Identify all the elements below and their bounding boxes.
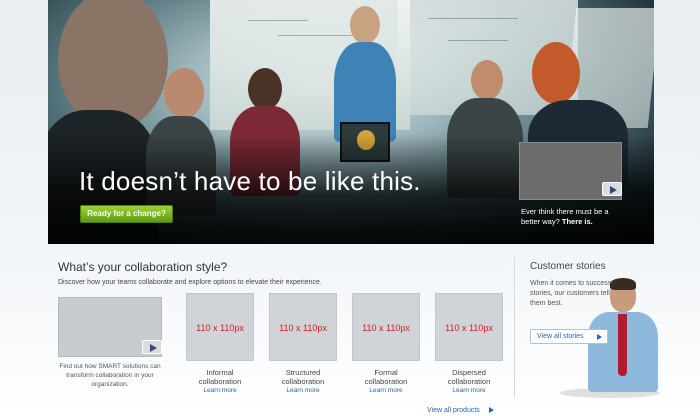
collab-style-card[interactable]: 110 x 110px Formal collaboration Learn mo… <box>352 293 420 394</box>
learn-more-link[interactable]: Learn more <box>186 387 254 394</box>
hero-banner: It doesn’t have to be like this. Ready f… <box>48 0 654 244</box>
customer-stories-title: Customer stories <box>530 261 606 272</box>
collab-section-title: What’s your collaboration style? <box>58 260 228 274</box>
learn-more-link[interactable]: Learn more <box>352 387 420 394</box>
view-all-products-link[interactable]: View all products <box>427 407 480 414</box>
arrow-right-icon[interactable] <box>485 404 497 416</box>
collab-style-card[interactable]: 110 x 110px Dispersed collaboration Learn… <box>435 293 503 394</box>
section-divider <box>514 258 515 398</box>
image-placeholder: 110 x 110px <box>435 293 503 361</box>
hero-video-thumbnail[interactable] <box>519 142 622 200</box>
learn-more-link[interactable]: Learn more <box>269 387 337 394</box>
view-all-stories-button[interactable]: View all stories <box>530 329 608 344</box>
scribble-line <box>428 18 518 19</box>
smart-video-thumbnail[interactable] <box>58 297 162 357</box>
scribble-line <box>248 20 308 21</box>
collab-style-card[interactable]: 110 x 110px Structured collaboration Lear… <box>269 293 337 394</box>
video-caption-line: Ever think there must be a <box>521 207 609 216</box>
collab-style-name: Informal collaboration <box>198 368 242 386</box>
video-caption-line: better way? <box>521 217 560 226</box>
collab-section-description: Discover how your teams collaborate and … <box>58 279 322 286</box>
collab-style-card[interactable]: 110 x 110px Informal collaboration Learn … <box>186 293 254 394</box>
image-placeholder: 110 x 110px <box>269 293 337 361</box>
collab-style-name: Structured collaboration <box>281 368 325 386</box>
smart-solutions-text: Find out how SMART solutions can transfo… <box>59 363 161 388</box>
ready-for-change-button[interactable]: Ready for a change? <box>80 205 173 223</box>
hero-headline: It doesn’t have to be like this. <box>79 166 421 196</box>
hero-video-caption: Ever think there must be a better way? T… <box>521 207 641 227</box>
play-icon[interactable] <box>142 340 162 354</box>
video-caption-emphasis: There is. <box>561 217 593 226</box>
play-icon[interactable] <box>602 182 622 196</box>
image-placeholder: 110 x 110px <box>352 293 420 361</box>
scribble-line <box>448 40 508 41</box>
learn-more-link[interactable]: Learn more <box>435 387 503 394</box>
collab-style-name: Dispersed collaboration <box>447 368 491 386</box>
collab-style-name: Formal collaboration <box>364 368 408 386</box>
image-placeholder: 110 x 110px <box>186 293 254 361</box>
